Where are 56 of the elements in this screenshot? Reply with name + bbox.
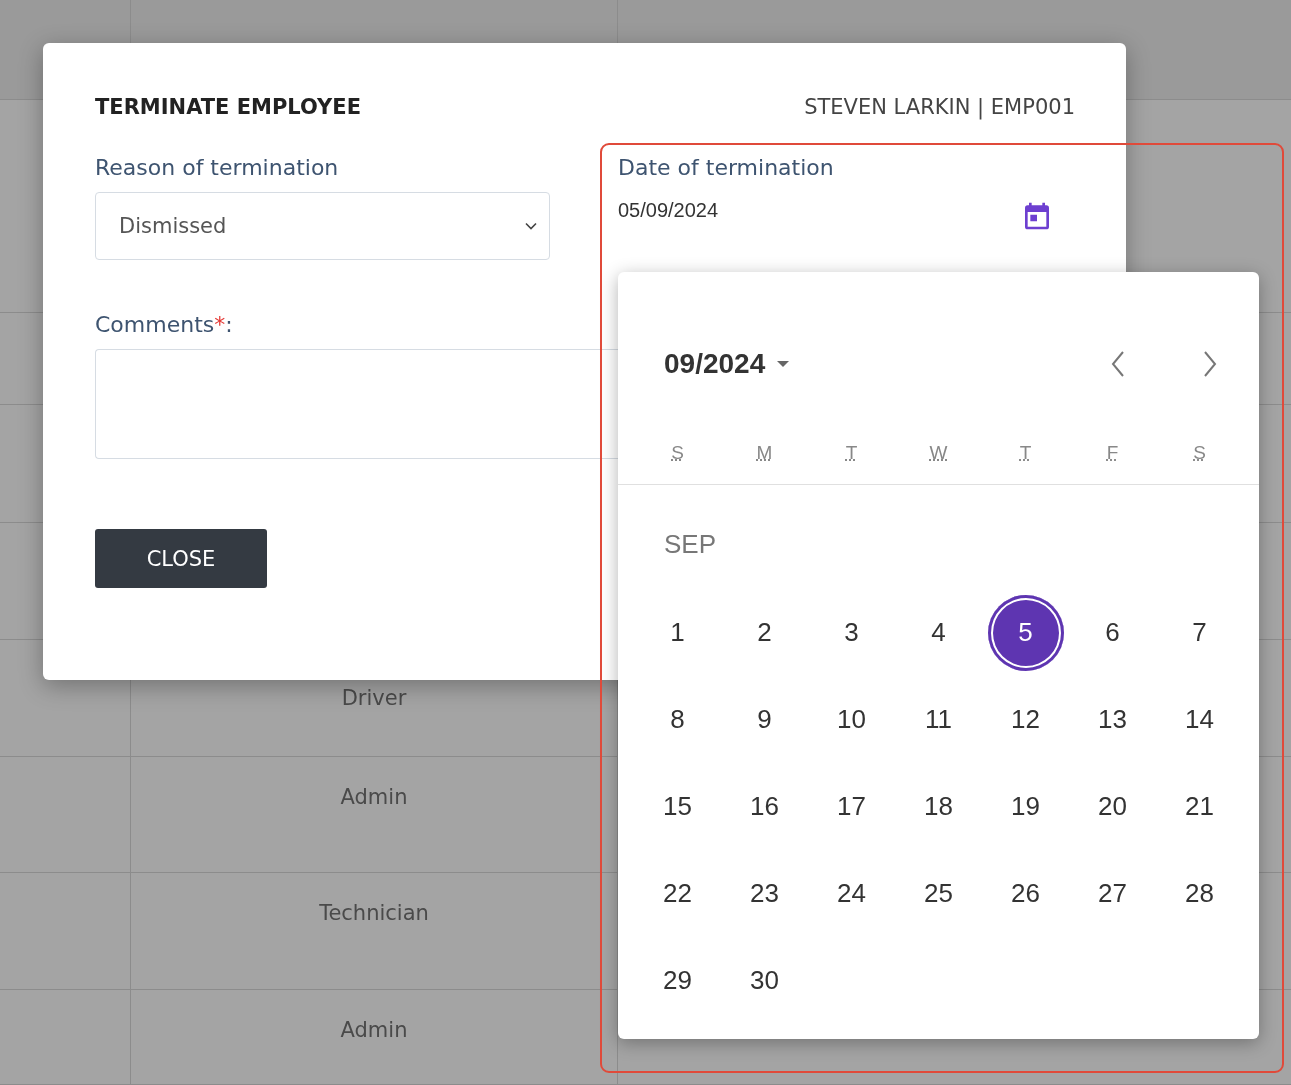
day-button[interactable]: 21 xyxy=(1161,768,1238,845)
chevron-down-icon xyxy=(525,222,537,230)
day-button[interactable]: 16 xyxy=(726,768,803,845)
day-button[interactable]: 19 xyxy=(987,768,1064,845)
comments-field[interactable] xyxy=(95,349,618,459)
day-button[interactable]: 10 xyxy=(813,681,890,758)
day-button[interactable]: 6 xyxy=(1074,594,1151,671)
field-label: Date of termination xyxy=(618,155,835,180)
weekday-label: M xyxy=(756,442,773,463)
weekday-label: S xyxy=(671,442,684,463)
day-button[interactable]: 12 xyxy=(987,681,1064,758)
reason-dropdown[interactable]: Dismissed xyxy=(95,192,550,260)
day-button[interactable]: 3 xyxy=(813,594,890,671)
day-button[interactable]: 28 xyxy=(1161,855,1238,932)
day-button[interactable]: 18 xyxy=(900,768,977,845)
weekday-label: F xyxy=(1106,442,1119,463)
weekday-label: T xyxy=(845,442,858,463)
table-cell: Admin xyxy=(340,1018,408,1042)
day-button[interactable]: 4 xyxy=(900,594,977,671)
day-button[interactable]: 14 xyxy=(1161,681,1238,758)
day-button[interactable]: 2 xyxy=(726,594,803,671)
weekday-label: W xyxy=(929,442,948,463)
table-cell: Driver xyxy=(341,686,407,710)
month-selector[interactable]: 09/2024 xyxy=(664,348,790,380)
close-button[interactable]: CLOSE xyxy=(95,529,267,588)
month-section-label: SEP xyxy=(663,528,718,560)
employee-label: STEVEN LARKIN | EMP001 xyxy=(804,95,1075,119)
day-button[interactable]: 29 xyxy=(639,942,716,1019)
day-button[interactable]: 17 xyxy=(813,768,890,845)
field-label: Reason of termination xyxy=(95,155,340,180)
day-button[interactable]: 26 xyxy=(987,855,1064,932)
caret-icon xyxy=(777,360,790,368)
dialog-title: TERMINATE EMPLOYEE xyxy=(95,95,361,119)
day-button[interactable]: 25 xyxy=(900,855,977,932)
day-button[interactable]: 20 xyxy=(1074,768,1151,845)
day-button[interactable]: 9 xyxy=(726,681,803,758)
day-button[interactable]: 13 xyxy=(1074,681,1151,758)
previous-month-icon[interactable] xyxy=(1111,351,1125,377)
weekday-label: S xyxy=(1193,442,1206,463)
table-cell: Admin xyxy=(340,785,408,809)
table-cell: Technician xyxy=(319,901,429,925)
day-button[interactable]: 11 xyxy=(900,681,977,758)
day-button[interactable]: 30 xyxy=(726,942,803,1019)
next-month-icon[interactable] xyxy=(1203,351,1217,377)
day-button[interactable]: 5 xyxy=(987,594,1064,671)
field-label: Comments*: xyxy=(95,312,234,337)
weekday-label: T xyxy=(1019,442,1032,463)
day-button[interactable]: 24 xyxy=(813,855,890,932)
day-button[interactable]: 7 xyxy=(1161,594,1238,671)
day-button[interactable]: 1 xyxy=(639,594,716,671)
day-button[interactable]: 22 xyxy=(639,855,716,932)
day-button[interactable]: 8 xyxy=(639,681,716,758)
day-button[interactable]: 23 xyxy=(726,855,803,932)
date-field[interactable]: 05/09/2024 xyxy=(618,198,719,222)
day-button[interactable]: 27 xyxy=(1074,855,1151,932)
day-button[interactable]: 15 xyxy=(639,768,716,845)
